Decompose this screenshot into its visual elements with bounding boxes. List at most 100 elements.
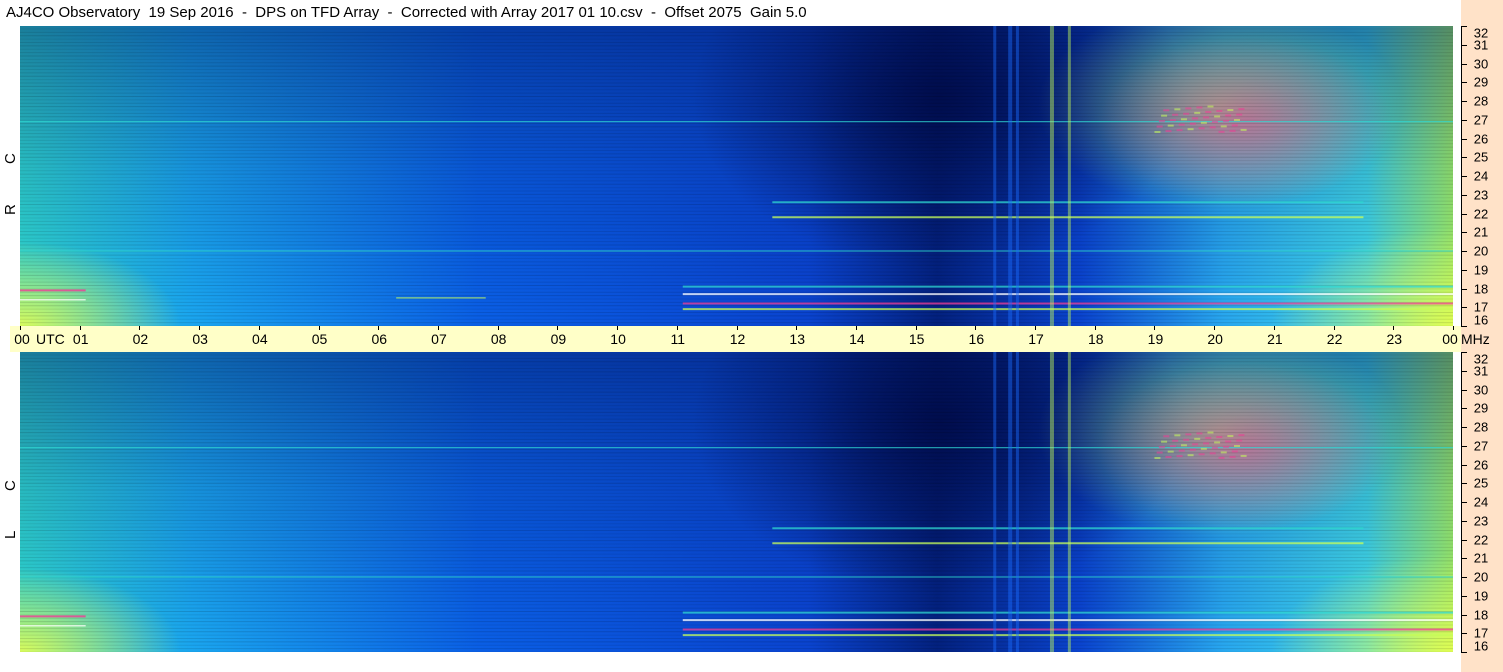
peak-patch bbox=[1163, 109, 1170, 112]
frequency-tick-mark bbox=[1461, 213, 1467, 215]
frequency-tick-mark bbox=[1461, 326, 1467, 327]
peak-patch bbox=[1200, 121, 1207, 124]
time-tick-label: 02 bbox=[132, 331, 149, 347]
rcp-spectrogram bbox=[20, 26, 1453, 326]
time-tick-label: 04 bbox=[252, 331, 268, 347]
peak-patch bbox=[1172, 439, 1179, 442]
peak-patch bbox=[1240, 454, 1247, 457]
bottom-margin bbox=[0, 652, 1461, 672]
peak-patch bbox=[1161, 440, 1168, 443]
peak-patch bbox=[1231, 124, 1238, 127]
frequency-tick-mark bbox=[1461, 539, 1467, 541]
peak-patch bbox=[1205, 436, 1212, 439]
frequency-tick-mark bbox=[1461, 63, 1467, 65]
frequency-tick-label: 28 bbox=[1473, 93, 1489, 109]
time-tick-mark bbox=[617, 326, 619, 330]
peak-patch bbox=[1196, 106, 1203, 109]
peak-patch bbox=[1167, 124, 1174, 127]
frequency-tick-label: 30 bbox=[1473, 56, 1489, 71]
frequency-tick-mark bbox=[1461, 307, 1467, 309]
frequency-tick-mark bbox=[1461, 176, 1467, 177]
peak-patch bbox=[1203, 442, 1210, 445]
frequency-tick-label: 20 bbox=[1473, 569, 1489, 585]
frequency-tick-mark bbox=[1461, 483, 1467, 485]
peak-patch bbox=[1222, 119, 1229, 122]
frequency-tick-mark bbox=[1461, 101, 1467, 102]
peak-patch bbox=[1218, 130, 1225, 133]
peak-patch bbox=[1189, 122, 1196, 125]
peak-patch bbox=[1165, 130, 1172, 133]
peak-patch bbox=[1176, 129, 1183, 132]
time-tick-mark bbox=[1393, 326, 1395, 330]
time-tick-label: 09 bbox=[550, 331, 567, 347]
peak-patch bbox=[1240, 128, 1247, 131]
frequency-tick-mark bbox=[1461, 251, 1467, 252]
peak-patch bbox=[1214, 441, 1221, 444]
frequency-tick-label: 24 bbox=[1473, 168, 1489, 184]
frequency-tick-label: 19 bbox=[1473, 262, 1489, 278]
time-tick-label: 03 bbox=[192, 331, 208, 347]
peak-patch bbox=[1169, 119, 1176, 122]
time-tick-mark bbox=[437, 326, 439, 330]
frequency-tick-label: 32 bbox=[1473, 351, 1489, 367]
frequency-unit-label: MHz bbox=[1461, 331, 1490, 347]
lcp-streaks bbox=[20, 352, 1453, 652]
frequency-tick-label: 23 bbox=[1473, 187, 1489, 203]
frequency-tick-label: 22 bbox=[1473, 206, 1489, 221]
time-tick-mark bbox=[1094, 326, 1096, 330]
peak-patch bbox=[1172, 113, 1179, 116]
time-tick-mark bbox=[1154, 326, 1156, 330]
lcp-axis-label: L C P bbox=[2, 462, 36, 540]
time-tick-mark bbox=[736, 326, 738, 330]
frequency-tick-mark bbox=[1461, 633, 1467, 635]
peak-patch bbox=[1218, 456, 1225, 459]
time-tick-label: 08 bbox=[490, 331, 507, 347]
frequency-tick-label: 29 bbox=[1473, 400, 1489, 416]
broadband-stripe bbox=[1049, 26, 1054, 326]
rcp-frequency-axis: 16 17 18 19 20 21 22 23 24 25 26 27 28 29 30 31 32 bbox=[1453, 25, 1503, 328]
peak-patch bbox=[1227, 109, 1234, 112]
peak-patch bbox=[1233, 445, 1240, 447]
peak-patch bbox=[1187, 454, 1194, 457]
frequency-tick-mark bbox=[1461, 288, 1467, 290]
peak-patch bbox=[1174, 434, 1181, 437]
time-tick-mark bbox=[497, 326, 499, 330]
time-tick-label: 01 bbox=[72, 331, 89, 347]
frequency-tick-label: 17 bbox=[1473, 299, 1489, 315]
frequency-tick-label: 21 bbox=[1473, 550, 1489, 566]
frequency-tick-mark bbox=[1461, 445, 1467, 447]
lcp-spectrogram bbox=[20, 352, 1453, 652]
frequency-tick-label: 16 bbox=[1473, 638, 1489, 654]
time-tick-label: 00 bbox=[14, 331, 30, 347]
peak-patch bbox=[1220, 125, 1227, 128]
peak-patch bbox=[1200, 447, 1207, 450]
frequency-tick-label: 22 bbox=[1473, 532, 1489, 547]
peak-patch bbox=[1233, 119, 1240, 121]
frequency-tick-label: 20 bbox=[1473, 243, 1489, 259]
peak-patch bbox=[1180, 444, 1187, 447]
broadband-stripe bbox=[1015, 26, 1019, 326]
frequency-tick-mark bbox=[1461, 427, 1467, 428]
rcp-axis-label: R C P bbox=[2, 135, 36, 215]
time-tick-label: 07 bbox=[431, 331, 447, 347]
frequency-tick-label: 32 bbox=[1473, 25, 1489, 41]
time-axis: UTC MHz 00 01 02 03 04 05 06 07 08 09 10 11 12 13 14 15… bbox=[10, 326, 1490, 352]
frequency-tick-label: 26 bbox=[1473, 457, 1489, 472]
peak-patch bbox=[1229, 455, 1236, 458]
time-tick-mark bbox=[915, 326, 917, 330]
time-tick-label: 06 bbox=[371, 331, 388, 347]
peak-patch bbox=[1216, 436, 1223, 438]
peak-patch bbox=[1163, 435, 1170, 438]
time-tick-mark bbox=[1273, 326, 1275, 330]
frequency-tick-mark bbox=[1461, 269, 1467, 271]
peak-patch bbox=[1174, 108, 1181, 111]
peak-patch bbox=[1231, 450, 1238, 453]
time-tick-label: 21 bbox=[1267, 331, 1283, 347]
time-tick-mark bbox=[1333, 326, 1335, 330]
frequency-tick-mark bbox=[1461, 577, 1467, 578]
peak-patch bbox=[1236, 113, 1243, 116]
peak-patch bbox=[1236, 439, 1243, 442]
broadband-stripe bbox=[1049, 352, 1054, 652]
time-tick-mark bbox=[139, 326, 141, 330]
frequency-tick-mark bbox=[1461, 44, 1467, 46]
